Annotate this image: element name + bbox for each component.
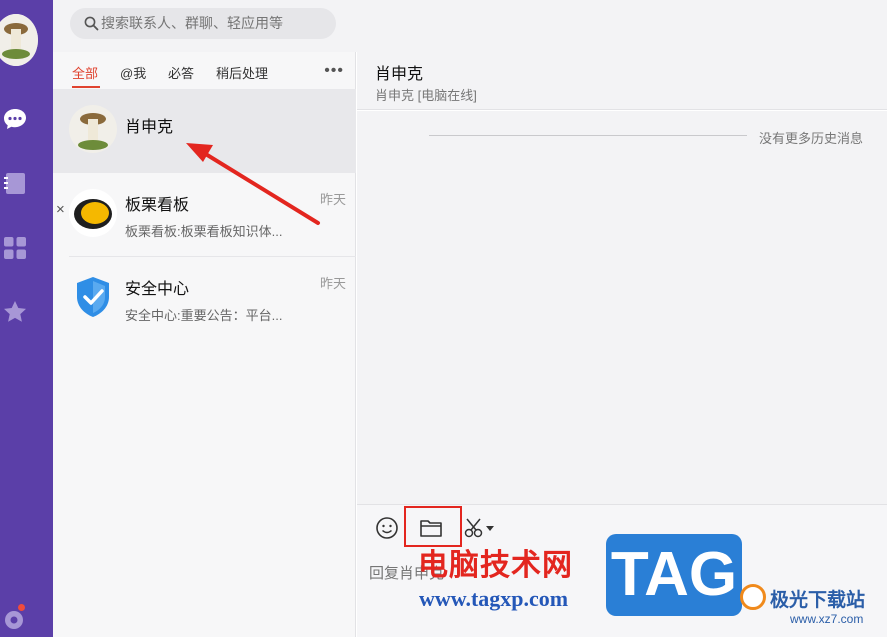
conversation-list-panel: 全部 @我 必答 稍后处理 ••• 肖申克 × 板栗看板 板栗看板:板栗看板知识… [53, 52, 356, 637]
scissors-icon[interactable] [463, 515, 497, 541]
conversation-preview: 板栗看板:板栗看板知识体... [125, 224, 283, 239]
conversation-preview: 安全中心:重要公告：平台... [125, 308, 283, 323]
mushroom-avatar-image [69, 105, 117, 153]
tab-later[interactable]: 稍后处理 [216, 63, 268, 82]
folder-icon[interactable] [418, 515, 444, 541]
filter-tabs: 全部 @我 必答 稍后处理 ••• [53, 52, 356, 89]
chat-header: 肖申克 肖申克 [电脑在线] [357, 52, 887, 110]
settings-gear-icon[interactable] [2, 606, 28, 632]
watermark-tag-logo: TAG [606, 534, 742, 616]
tab-must-answer[interactable]: 必答 [168, 63, 194, 82]
conversation-avatar [69, 189, 117, 237]
message-area: 没有更多历史消息 [357, 111, 887, 504]
conversation-time: 昨天 [319, 192, 346, 207]
active-tab-underline [72, 86, 100, 88]
conversation-name: 安全中心 [125, 281, 190, 298]
emoji-icon[interactable] [374, 515, 400, 541]
contacts-book-icon[interactable] [2, 170, 28, 196]
conversation-avatar [69, 273, 117, 321]
more-options-icon[interactable]: ••• [324, 62, 344, 80]
user-avatar[interactable] [0, 14, 38, 66]
tab-mentions[interactable]: @我 [120, 63, 146, 82]
history-divider [429, 135, 747, 136]
watermark-site-logo-icon [740, 584, 766, 610]
chat-title: 肖申克 [375, 66, 424, 83]
watermark-site-name: 极光下载站 [770, 589, 866, 611]
search-input[interactable] [101, 8, 321, 39]
shield-check-icon [69, 273, 117, 321]
notification-dot [18, 604, 25, 611]
close-icon[interactable]: × [56, 201, 65, 218]
conversation-time: 昨天 [319, 276, 346, 291]
conversation-name: 肖申克 [125, 119, 174, 136]
search-box[interactable] [70, 8, 336, 39]
conversation-avatar [69, 105, 117, 153]
watermark-url: www.tagxp.com [419, 586, 569, 611]
chat-icon[interactable] [2, 106, 28, 132]
conversation-item[interactable]: × 板栗看板 板栗看板:板栗看板知识体... 昨天 [53, 173, 356, 257]
chestnut-board-logo-icon [69, 189, 117, 237]
apps-grid-icon[interactable] [2, 235, 28, 261]
conversation-name: 板栗看板 [125, 197, 190, 214]
tab-all[interactable]: 全部 [72, 63, 98, 82]
watermark-text: 电脑技术网 [418, 548, 573, 583]
search-icon [84, 16, 99, 31]
left-rail [0, 0, 53, 637]
history-notice: 没有更多历史消息 [759, 131, 864, 146]
chat-status: 肖申克 [电脑在线] [375, 88, 477, 103]
conversation-item[interactable]: 安全中心 安全中心:重要公告：平台... 昨天 [53, 257, 356, 341]
mushroom-avatar-image [0, 14, 38, 66]
watermark-site-url: www.xz7.com [790, 612, 864, 626]
conversation-item[interactable]: 肖申克 [53, 89, 356, 173]
star-icon[interactable] [2, 299, 28, 325]
